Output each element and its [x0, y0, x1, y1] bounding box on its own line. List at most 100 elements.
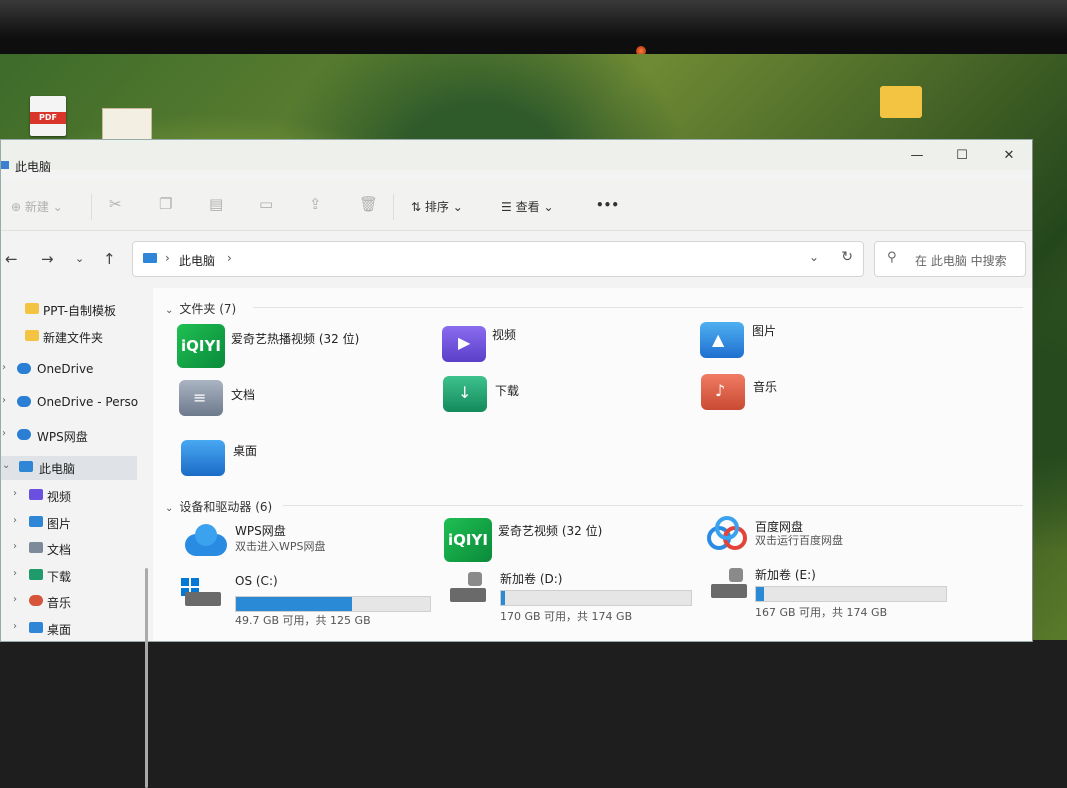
divider	[253, 307, 1023, 308]
breadcrumb[interactable]: 此电脑	[179, 252, 215, 269]
folder-videos[interactable]: ▶ 视频	[442, 326, 682, 378]
chevron-right-icon[interactable]: ›	[13, 621, 17, 632]
folder-iqiyi-hot[interactable]: iQIYI 爱奇艺热播视频 (32 位)	[177, 324, 417, 376]
windows-drive-icon	[179, 574, 227, 618]
device-description: 双击运行百度网盘	[755, 534, 843, 547]
folder-desktop[interactable]: 桌面	[181, 440, 421, 492]
folders-section-header[interactable]: ⌄ 文件夹 (7)	[165, 300, 236, 317]
folder-pictures[interactable]: ▲ 图片	[700, 322, 940, 374]
folders-header-label: 文件夹 (7)	[179, 302, 237, 316]
drive-c[interactable]: OS (C:) 49.7 GB 可用，共 125 GB	[179, 574, 439, 627]
sidebar-item-new-folder[interactable]: 新建文件夹	[1, 325, 137, 349]
cloud-shape	[195, 524, 217, 546]
sort-icon: ⇅	[411, 200, 422, 214]
download-folder-icon: ↓	[443, 376, 487, 412]
cloud-icon	[17, 429, 31, 440]
drive-free-space: 170 GB 可用，共 174 GB	[500, 610, 633, 623]
drive-e[interactable]: 新加卷 (E:) 167 GB 可用，共 174 GB	[705, 566, 965, 619]
drive-body	[450, 588, 486, 602]
chevron-right-icon[interactable]: ›	[13, 568, 17, 579]
document-icon	[29, 542, 43, 553]
sidebar-item-videos[interactable]: › 视频	[1, 484, 137, 508]
minimize-button[interactable]: —	[907, 148, 927, 166]
locked-drive-icon	[705, 566, 753, 610]
view-button[interactable]: ☰ 查看 ⌄	[501, 198, 554, 215]
breadcrumb-chevron-icon[interactable]: ›	[227, 251, 232, 265]
mountain-icon: ▲	[712, 330, 725, 349]
monitor-frame	[0, 38, 1067, 54]
recent-locations-chevron-icon[interactable]: ⌄	[75, 252, 84, 265]
cloud-icon	[17, 363, 31, 374]
picture-folder-icon: ▲	[700, 322, 744, 358]
pdf-file-icon[interactable]: PDF	[30, 96, 66, 136]
sidebar-item-music[interactable]: › 音乐	[1, 590, 137, 614]
forward-arrow-icon[interactable]: →	[41, 250, 54, 268]
chevron-right-icon[interactable]: ›	[2, 428, 6, 439]
folder-label: 桌面	[233, 444, 258, 458]
device-iqiyi[interactable]: iQIYI 爱奇艺视频 (32 位)	[444, 518, 684, 570]
navigation-pane: PPT-自制模板 新建文件夹 › OneDrive › OneDrive - P…	[1, 288, 149, 788]
refresh-icon[interactable]: ↻	[841, 249, 853, 265]
desktop-folder-icon[interactable]	[880, 86, 922, 118]
ring-shape	[715, 516, 739, 540]
rename-icon[interactable]: ▭	[259, 195, 273, 213]
chevron-right-icon[interactable]: ›	[13, 594, 17, 605]
chevron-down-icon[interactable]: ⌄	[2, 460, 10, 471]
sidebar-item-onedrive-personal[interactable]: › OneDrive - Perso	[1, 391, 139, 415]
sidebar-item-label: 视频	[47, 490, 72, 504]
sidebar-item-label: OneDrive - Perso	[37, 395, 139, 409]
device-baidu-netdisk[interactable]: 百度网盘 双击运行百度网盘	[705, 516, 945, 568]
new-button[interactable]: ⊕ 新建 ⌄	[11, 198, 63, 215]
share-icon[interactable]: ⇪	[309, 195, 322, 213]
baidu-netdisk-icon	[705, 516, 753, 560]
copy-icon[interactable]: ❐	[159, 195, 172, 213]
sidebar-item-label: WPS网盘	[37, 430, 88, 444]
cut-icon[interactable]: ✂	[109, 195, 122, 213]
delete-icon[interactable]: 🗑	[359, 195, 378, 213]
sidebar-item-downloads[interactable]: › 下载	[1, 564, 137, 588]
device-wps-netdisk[interactable]: WPS网盘 双击进入WPS网盘	[181, 520, 421, 572]
more-options-button[interactable]: •••	[596, 198, 619, 212]
video-folder-icon: ▶	[442, 326, 486, 362]
search-input[interactable]: 在 此电脑 中搜索	[915, 252, 1007, 269]
chevron-right-icon[interactable]: ›	[13, 515, 17, 526]
sidebar-item-this-pc[interactable]: ⌄ 此电脑	[1, 456, 137, 480]
back-arrow-icon[interactable]: ←	[5, 250, 18, 268]
divider	[91, 194, 92, 220]
chevron-down-icon: ⌄	[543, 200, 554, 214]
chevron-right-icon[interactable]: ›	[13, 541, 17, 552]
sidebar-item-pictures[interactable]: › 图片	[1, 511, 137, 535]
drive-d[interactable]: 新加卷 (D:) 170 GB 可用，共 174 GB	[444, 570, 704, 623]
drive-usage-bar	[235, 596, 431, 612]
up-arrow-icon[interactable]: ↑	[103, 250, 116, 268]
music-icon	[29, 595, 43, 606]
sidebar-item-desktop[interactable]: › 桌面	[1, 617, 137, 641]
paste-icon[interactable]: ▤	[209, 195, 223, 213]
folder-documents[interactable]: ≡ 文档	[179, 380, 419, 432]
sort-button[interactable]: ⇅ 排序 ⌄	[411, 198, 463, 215]
maximize-button[interactable]: ☐	[952, 148, 972, 166]
search-box[interactable]: ⚲ 在 此电脑 中搜索	[874, 241, 1026, 277]
close-button[interactable]: ✕	[999, 148, 1019, 166]
file-explorer-window: 此电脑 — ☐ ✕ ⊕ 新建 ⌄ ✂ ❐ ▤ ▭ ⇪ 🗑 ⇅ 排序 ⌄ ☰ 查看…	[0, 139, 1033, 788]
sidebar-item-onedrive[interactable]: › OneDrive	[1, 358, 137, 382]
new-label: 新建	[24, 200, 49, 214]
sidebar-scrollbar[interactable]	[145, 568, 148, 788]
chevron-right-icon[interactable]: ›	[2, 395, 6, 406]
sidebar-item-ppt-template[interactable]: PPT-自制模板	[1, 298, 137, 322]
title-bar: 此电脑 — ☐ ✕	[1, 140, 1032, 174]
folder-music[interactable]: ♪ 音乐	[701, 374, 941, 426]
command-bar: ⊕ 新建 ⌄ ✂ ❐ ▤ ▭ ⇪ 🗑 ⇅ 排序 ⌄ ☰ 查看 ⌄ •••	[1, 180, 1032, 231]
folder-downloads[interactable]: ↓ 下载	[443, 376, 683, 428]
sidebar-item-wps-netdisk[interactable]: › WPS网盘	[1, 424, 137, 448]
drive-body	[185, 592, 221, 606]
ppt-file-icon[interactable]	[102, 108, 152, 140]
computer-icon	[19, 461, 33, 472]
device-description: 双击进入WPS网盘	[235, 540, 326, 553]
chevron-down-icon[interactable]: ⌄	[809, 250, 819, 264]
chevron-right-icon[interactable]: ›	[2, 362, 6, 373]
sidebar-item-documents[interactable]: › 文档	[1, 537, 137, 561]
devices-section-header[interactable]: ⌄ 设备和驱动器 (6)	[165, 498, 272, 515]
chevron-right-icon[interactable]: ›	[13, 488, 17, 499]
address-bar[interactable]: › 此电脑 › ⌄ ↻	[132, 241, 864, 277]
